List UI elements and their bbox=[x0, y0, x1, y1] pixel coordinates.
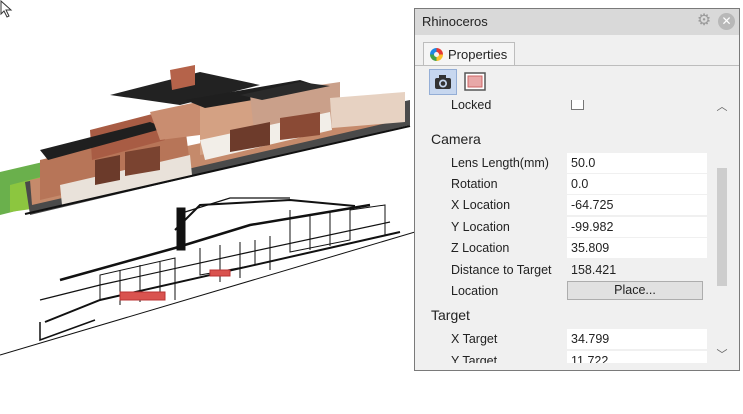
house-model-render bbox=[0, 65, 415, 356]
lens-length-row: Lens Length(mm) 50.0 bbox=[423, 153, 715, 174]
place-button[interactable]: Place... bbox=[567, 281, 703, 300]
property-label: X Location bbox=[451, 198, 511, 212]
properties-list: Locked Camera Lens Length(mm) 50.0 Rotat… bbox=[423, 100, 715, 363]
property-label: Rotation bbox=[451, 177, 498, 191]
y-target-field[interactable]: 11.722 bbox=[567, 351, 707, 363]
property-label: Lens Length(mm) bbox=[451, 156, 549, 170]
rotation-row: Rotation 0.0 bbox=[423, 174, 715, 195]
properties-scrollbar[interactable]: ︿ ﹀ bbox=[715, 100, 729, 363]
shaded-house-model bbox=[0, 65, 411, 215]
close-icon[interactable]: ✕ bbox=[718, 13, 735, 30]
camera-page-button[interactable] bbox=[429, 69, 457, 95]
property-label: Z Location bbox=[451, 241, 510, 255]
distance-row: Distance to Target 158.421 bbox=[423, 260, 715, 281]
tab-divider bbox=[415, 65, 739, 66]
z-location-field[interactable]: 35.809 bbox=[567, 238, 707, 258]
3d-viewport[interactable] bbox=[0, 0, 415, 414]
locked-checkbox[interactable] bbox=[571, 100, 584, 110]
x-location-row: X Location -64.725 bbox=[423, 195, 715, 216]
location-row: Location Place... bbox=[423, 281, 715, 302]
camera-section-title: Camera bbox=[431, 131, 481, 147]
properties-icon bbox=[430, 48, 443, 61]
distance-value: 158.421 bbox=[571, 263, 617, 277]
y-location-field[interactable]: -99.982 bbox=[567, 217, 707, 237]
camera-icon bbox=[435, 75, 451, 89]
chevron-up-icon[interactable]: ︿ bbox=[715, 100, 729, 114]
property-label: Y Location bbox=[451, 220, 510, 234]
gear-icon[interactable]: ⚙ bbox=[696, 13, 712, 29]
viewport-icon bbox=[464, 72, 486, 91]
panel-title: Rhinoceros bbox=[422, 14, 488, 29]
locked-row: Locked bbox=[423, 100, 715, 116]
rotation-field[interactable]: 0.0 bbox=[567, 174, 707, 194]
properties-panel: Rhinoceros ⚙ ✕ Properties Locked Camera … bbox=[414, 8, 740, 371]
z-location-row: Z Location 35.809 bbox=[423, 238, 715, 259]
viewport-page-button[interactable] bbox=[461, 69, 489, 95]
property-label: X Target bbox=[451, 332, 498, 346]
line-drawing-house-model bbox=[0, 197, 415, 356]
y-location-row: Y Location -99.982 bbox=[423, 217, 715, 238]
mouse-cursor-icon bbox=[0, 0, 13, 18]
distance-label: Distance to Target bbox=[451, 263, 552, 277]
location-label: Location bbox=[451, 284, 499, 298]
tab-properties[interactable]: Properties bbox=[423, 42, 515, 66]
y-target-row: Y Target 11.722 bbox=[423, 351, 715, 363]
tab-label: Properties bbox=[448, 47, 508, 62]
chevron-down-icon[interactable]: ﹀ bbox=[715, 348, 729, 362]
scrollbar-thumb[interactable] bbox=[717, 168, 727, 286]
lens-length-field[interactable]: 50.0 bbox=[567, 153, 707, 173]
target-section-title: Target bbox=[431, 307, 470, 323]
x-target-field[interactable]: 34.799 bbox=[567, 329, 707, 349]
x-target-row: X Target 34.799 bbox=[423, 329, 715, 350]
property-label: Y Target bbox=[451, 354, 498, 363]
locked-label: Locked bbox=[451, 100, 492, 112]
panel-titlebar[interactable]: Rhinoceros ⚙ ✕ bbox=[415, 9, 739, 35]
x-location-field[interactable]: -64.725 bbox=[567, 195, 707, 215]
